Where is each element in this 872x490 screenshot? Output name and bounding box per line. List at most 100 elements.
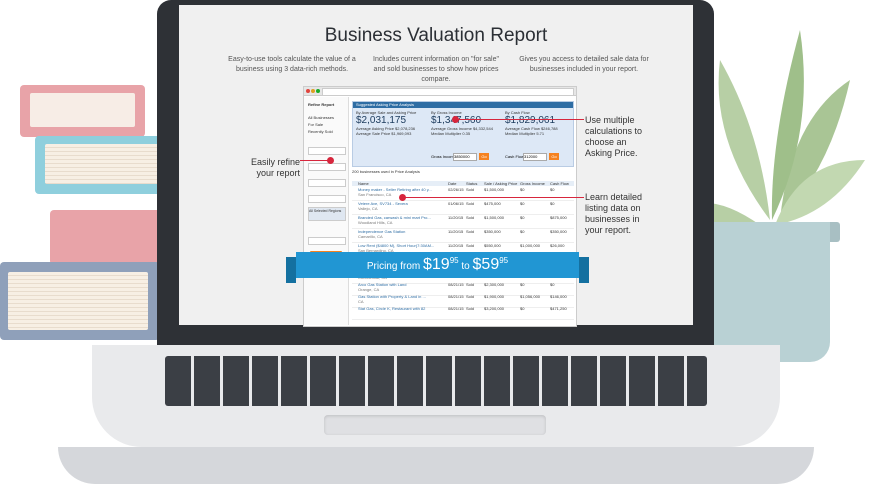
method-column: By Cash Flow $1,829,061 Average Cash Flo… (505, 110, 575, 136)
cell-date: 02/26/15 (448, 187, 464, 192)
laptop-keyboard (165, 356, 707, 406)
cell-loc: San Francisco, CA (358, 192, 392, 197)
cell-date: 08/21/15 (448, 282, 464, 287)
cell-gross: $0 (520, 229, 525, 234)
refine-sidebar: Refine Report All Businesses For Sale Re… (304, 97, 349, 325)
cell-loc: CA (358, 299, 364, 304)
cell-price: $1,500,000 (484, 187, 505, 192)
cash-flow-label: Cash Flow (505, 154, 524, 159)
banner-to: to (461, 261, 470, 272)
callout-refine: Easily refine your report (250, 157, 300, 178)
count-text: 200 businesses used in Price Analysis (352, 169, 420, 174)
book-illustration (35, 136, 170, 194)
method-column: By Average Sale and Asking Price $2,031,… (356, 110, 426, 136)
price-high-cents: 95 (499, 256, 509, 265)
price-low: $19 (423, 256, 450, 273)
callout-listing: Learn detailed listing data on businesse… (585, 192, 643, 235)
sidebar-option[interactable]: For Sale (308, 122, 323, 127)
column-header[interactable]: Date (448, 181, 456, 186)
browser-window: Refine Report All Businesses For Sale Re… (303, 86, 577, 327)
pricing-banner: Pricing from $1995 to $5995 (296, 252, 579, 278)
cell-gross: $1,056,000 (520, 294, 541, 299)
column-header[interactable]: Cash Flow (550, 181, 569, 186)
book-illustration (20, 85, 145, 137)
sidebar-option[interactable]: Recently Sold (308, 129, 333, 134)
cell-status: Sold (466, 294, 475, 299)
table-row[interactable]: Stat Gas, Circle K, Restaurant with 82 08… (352, 306, 574, 320)
cell-date: 01/06/15 (448, 201, 464, 206)
cell-date: 08/21/15 (448, 294, 464, 299)
feature-text: Gives you access to detailed sale data f… (519, 56, 649, 73)
cell-loc: Orange, CA (358, 287, 380, 292)
callout-line (456, 119, 584, 120)
filter-input[interactable] (308, 237, 346, 245)
method-value: $1,347,560 (431, 115, 501, 126)
cell-gross: $0 (520, 282, 525, 287)
cell-name[interactable]: Gas Station with Property & Land in ... (358, 294, 426, 299)
callout-dot-icon (327, 157, 334, 164)
cell-date: 11/20/15 (448, 229, 464, 234)
cell-date: 11/20/15 (448, 215, 464, 220)
asking-price-summary: Suggested Asking Price Analysis By Avera… (352, 101, 574, 167)
column-header[interactable]: Gross Income (520, 181, 545, 186)
sidebar-option[interactable]: All Businesses (308, 115, 334, 120)
price-low-cents: 95 (449, 256, 459, 265)
address-bar[interactable] (322, 88, 574, 96)
cell-price: $475,000 (484, 201, 501, 206)
cash-flow-go-button[interactable]: Go (549, 153, 559, 160)
cell-price: $550,000 (484, 243, 501, 248)
cell-cash: $875,000 (550, 215, 567, 220)
laptop-trackpad (324, 415, 546, 435)
cell-cash: $0 (550, 187, 555, 192)
cell-status: Sold (466, 201, 475, 206)
table-row[interactable]: Branded Gas, carwash & mini mart Pro... W… (352, 215, 574, 229)
close-dot-icon (306, 89, 310, 93)
price-high: $59 (472, 256, 500, 273)
gross-income-input[interactable]: 3850000 (453, 153, 477, 161)
cell-status: Sold (466, 215, 475, 220)
method-column: By Gross Income $1,347,560 Average Gross… (431, 110, 501, 136)
cell-name[interactable]: Stat Gas, Circle K, Restaurant with 82 (358, 306, 425, 311)
table-row[interactable]: Vetere Ave, SV734 - Severa Vallejo, CA 01/… (352, 201, 574, 215)
callout-dot-icon (452, 116, 459, 123)
cell-status: Sold (466, 282, 475, 287)
callout-line (300, 160, 330, 161)
cell-cash: $0 (550, 201, 555, 206)
method-sub: Median Multiplier 0.35 (431, 131, 471, 136)
cell-price: $3,200,000 (484, 306, 505, 311)
column-header[interactable]: Sale / Asking Price (484, 181, 517, 186)
method-sub: Average Sale Price $1,969,093 (356, 131, 412, 136)
column-header[interactable]: Name (358, 181, 369, 186)
banner-fold (579, 257, 589, 283)
feature-text: Includes current information on "for sal… (373, 56, 499, 83)
cell-cash: $350,000 (550, 229, 567, 234)
page-title: Business Valuation Report (324, 25, 548, 46)
filter-select[interactable] (308, 195, 346, 203)
cell-loc: Camarillo, CA (358, 234, 383, 239)
cell-status: Sold (466, 243, 475, 248)
banner-prefix: Pricing from (366, 261, 421, 272)
cash-flow-input[interactable]: 312000 (523, 153, 547, 161)
cell-price: $350,000 (484, 229, 501, 234)
laptop-base-front (58, 447, 814, 484)
filter-input[interactable] (308, 163, 346, 171)
column-header[interactable]: Status (466, 181, 477, 186)
callout-line (403, 197, 584, 198)
cell-cash: $0 (550, 282, 555, 287)
cell-gross: $0 (520, 201, 525, 206)
filter-input[interactable] (308, 179, 346, 187)
gross-income-go-button[interactable]: Go (479, 153, 489, 160)
minimize-dot-icon (311, 89, 315, 93)
filter-input[interactable] (308, 147, 346, 155)
summary-header: Suggested Asking Price Analysis (353, 102, 573, 108)
sidebar-title: Refine Report (308, 102, 335, 107)
maximize-dot-icon (316, 89, 320, 93)
table-row[interactable]: Independence Gas Station Camarillo, CA 11/… (352, 229, 574, 243)
cell-gross: $0 (520, 187, 525, 192)
cell-cash: $146,000 (550, 294, 567, 299)
table-row[interactable]: Money maker - Seller Retiring after 40 y… (352, 187, 574, 201)
region-select[interactable]: All Selected Regions (308, 207, 346, 221)
book-illustration (0, 262, 160, 340)
cell-date: 08/21/15 (448, 306, 464, 311)
cell-gross: $0 (520, 215, 525, 220)
